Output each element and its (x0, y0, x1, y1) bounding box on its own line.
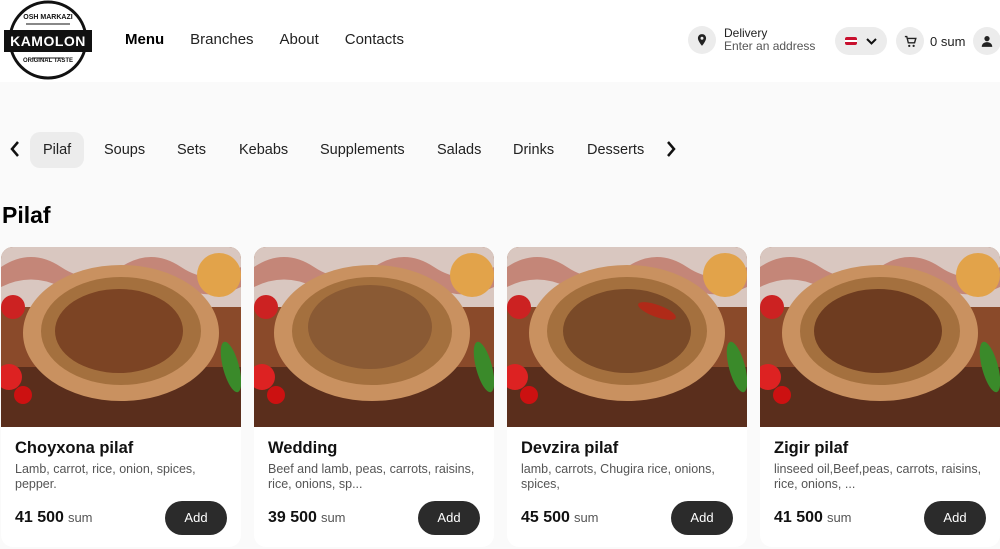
product-price-value: 41 500 (774, 509, 823, 526)
cart-total: 0 sum (930, 33, 966, 49)
product-name: Choyxona pilaf (15, 439, 134, 457)
add-to-cart-button[interactable]: Add (671, 501, 733, 535)
product-card[interactable]: Wedding Beef and lamb, peas, carrots, ra… (254, 247, 494, 547)
add-to-cart-button[interactable]: Add (165, 501, 227, 535)
category-tab-pilaf[interactable]: Pilaf (30, 132, 85, 168)
logo-top-text: OSH MARKAZI (23, 14, 73, 21)
product-price: 39 500 sum (268, 509, 346, 527)
product-image (507, 247, 747, 427)
nav-about[interactable]: About (280, 31, 319, 48)
product-price: 41 500 sum (15, 509, 93, 527)
header: OSH MARKAZI KAMOLON ORIGINAL TASTE Menu … (0, 0, 1000, 82)
product-price-value: 39 500 (268, 509, 317, 526)
product-price: 45 500 sum (521, 509, 599, 527)
category-tab-salads[interactable]: Salads (424, 132, 494, 168)
category-tab-desserts[interactable]: Desserts (574, 132, 657, 168)
category-tab-sets[interactable]: Sets (164, 132, 219, 168)
product-price: 41 500 sum (774, 509, 852, 527)
category-tab-drinks[interactable]: Drinks (500, 132, 567, 168)
logo-bottom-text: ORIGINAL TASTE (22, 58, 74, 64)
product-description: Beef and lamb, peas, carrots, raisins, r… (268, 462, 475, 491)
flag-icon (845, 37, 857, 45)
category-tab-kebabs[interactable]: Kebabs (226, 132, 301, 168)
product-image (760, 247, 1000, 427)
section-title: Pilaf (2, 202, 51, 228)
language-selector[interactable] (835, 27, 887, 55)
product-image (1, 247, 241, 427)
nav-contacts[interactable]: Contacts (345, 31, 404, 48)
category-tab-soups[interactable]: Soups (91, 132, 158, 168)
nav-menu[interactable]: Menu (125, 31, 164, 48)
add-to-cart-button[interactable]: Add (924, 501, 986, 535)
product-price-value: 45 500 (521, 509, 570, 526)
product-description: Lamb, carrot, rice, onion, spices, peppe… (15, 462, 196, 491)
product-description: linseed oil,Beef,peas, carrots, raisins,… (774, 462, 982, 491)
cart-icon (896, 27, 924, 55)
product-currency: sum (67, 510, 93, 525)
product-name: Zigir pilaf (774, 439, 849, 457)
product-card[interactable]: Zigir pilaf linseed oil,Beef,peas, carro… (760, 247, 1000, 547)
user-profile-button[interactable] (973, 27, 1000, 55)
add-to-cart-button[interactable]: Add (418, 501, 480, 535)
product-card[interactable]: Choyxona pilaf Lamb, carrot, rice, onion… (1, 247, 241, 547)
cart-button[interactable]: 0 sum (896, 27, 965, 55)
chevron-right-icon (667, 141, 676, 157)
chevron-down-icon (866, 37, 877, 45)
category-prev-button[interactable] (5, 139, 25, 159)
product-name: Devzira pilaf (521, 439, 619, 457)
location-pin-icon (688, 26, 716, 54)
user-icon (981, 36, 993, 47)
main-nav: Menu Branches About Contacts (125, 31, 430, 48)
product-currency: sum (826, 510, 852, 525)
product-currency: sum (320, 510, 346, 525)
category-tab-supplements[interactable]: Supplements (307, 132, 418, 168)
nav-branches[interactable]: Branches (190, 31, 253, 48)
product-price-value: 41 500 (15, 509, 64, 526)
chevron-left-icon (10, 141, 19, 157)
product-card[interactable]: Devzira pilaf lamb, carrots, Chugira ric… (507, 247, 747, 547)
product-currency: sum (573, 510, 599, 525)
product-name: Wedding (268, 439, 338, 457)
category-bar: Pilaf Soups Sets Kebabs Supplements Sala… (0, 130, 1000, 168)
logo-main-text: KAMOLON (10, 33, 86, 49)
delivery-address-placeholder: Enter an address (724, 39, 816, 53)
delivery-address-button[interactable]: Delivery Enter an address (688, 26, 815, 54)
product-image (254, 247, 494, 427)
product-description: lamb, carrots, Chugira rice, onions, spi… (521, 462, 715, 491)
category-next-button[interactable] (661, 139, 681, 159)
